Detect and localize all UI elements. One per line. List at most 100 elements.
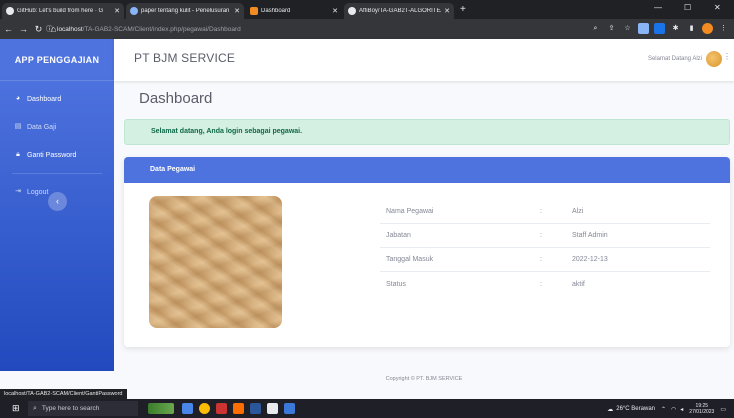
palette-icon: ◕ bbox=[15, 95, 21, 102]
tab-label: GitHub: Let's build from here · G bbox=[17, 8, 104, 14]
taskbar-widget-icon[interactable] bbox=[148, 403, 174, 414]
sidebar-item-dashboard[interactable]: ◕ Dashboard bbox=[0, 85, 114, 113]
taskbar: ⊞ ⌕ Type here to search ☁ 26°C Berawan ⌃… bbox=[0, 399, 734, 418]
info-separator: : bbox=[540, 280, 542, 288]
sidebar-item-label: Dashboard bbox=[27, 95, 62, 103]
app-taskbar-icon[interactable] bbox=[216, 403, 227, 414]
url-host: localhost bbox=[57, 25, 83, 33]
status-bar-url: localhost/TA-GAB2-SCAM/Client/GantiPassw… bbox=[0, 389, 127, 399]
tab-close-icon[interactable]: ✕ bbox=[444, 7, 450, 15]
info-separator: : bbox=[540, 208, 542, 215]
info-row-status: Status : aktif bbox=[380, 272, 710, 296]
taskbar-search[interactable]: ⌕ Type here to search bbox=[28, 401, 138, 416]
profile-avatar[interactable] bbox=[702, 23, 713, 34]
menu-kebab-icon[interactable]: ⋮ bbox=[718, 23, 729, 34]
forward-icon[interactable]: → bbox=[17, 24, 30, 34]
info-label: Nama Pegawai bbox=[386, 208, 434, 215]
search-placeholder: Type here to search bbox=[41, 405, 100, 412]
browser-tab-search[interactable]: paper tentang kulit - Penelusuran ✕ bbox=[126, 3, 244, 19]
company-name: PT BJM SERVICE bbox=[134, 51, 236, 65]
info-row-nama: Nama Pegawai : Alzi bbox=[380, 200, 710, 224]
browser-tab-github[interactable]: GitHub: Let's build from here · G ✕ bbox=[2, 3, 124, 19]
info-label: Tanggal Masuk bbox=[386, 256, 434, 263]
url-field[interactable]: ⓘ localhost /TA-GAB2-SCAM/Client/index.p… bbox=[46, 22, 576, 36]
address-bar-row: ← → ↻ ⌂ ⓘ localhost /TA-GAB2-SCAM/Client… bbox=[0, 19, 734, 39]
info-value: Alzi bbox=[572, 208, 584, 215]
tab-label: paper tentang kulit - Penelusuran bbox=[141, 8, 230, 14]
windows-start-icon[interactable]: ⊞ bbox=[12, 404, 21, 413]
sidebar-toggle-button[interactable]: ‹ bbox=[48, 192, 67, 211]
logout-icon: ⇥ bbox=[15, 188, 21, 195]
lock-icon: 🔒︎ bbox=[16, 151, 20, 158]
browser-tab-github-2[interactable]: AffiBoy/TA-GAB2T-ALGORITEAI ✕ bbox=[344, 3, 454, 19]
info-row-tanggal-masuk: Tanggal Masuk : 2022-12-13 bbox=[380, 248, 710, 272]
notification-icon[interactable]: ▭ bbox=[720, 406, 726, 413]
back-icon[interactable]: ← bbox=[2, 24, 15, 34]
info-label: Jabatan bbox=[386, 232, 411, 239]
tab-close-icon[interactable]: ✕ bbox=[332, 7, 338, 15]
info-value: 2022-12-13 bbox=[572, 256, 608, 263]
welcome-text[interactable]: Selamat Datang Alzi bbox=[648, 56, 702, 62]
user-menu-icon[interactable]: ⋮ bbox=[723, 52, 731, 61]
reload-icon[interactable]: ↻ bbox=[32, 24, 45, 35]
url-path: /TA-GAB2-SCAM/Client/index.php/pegawai/D… bbox=[82, 25, 241, 33]
topbar: PT BJM SERVICE Selamat Datang Alzi ⋮ bbox=[114, 39, 734, 81]
site-info-icon[interactable]: ⓘ bbox=[46, 24, 53, 34]
new-tab-button[interactable]: + bbox=[460, 4, 466, 15]
extension-icon[interactable] bbox=[638, 23, 649, 34]
browser-tab-dashboard[interactable]: Dashboard ✕ bbox=[246, 3, 342, 19]
minimize-button[interactable]: — bbox=[654, 3, 662, 12]
sidebar-item-label: Logout bbox=[27, 188, 49, 196]
maximize-button[interactable]: ☐ bbox=[684, 3, 691, 12]
app-taskbar-icon[interactable] bbox=[267, 403, 278, 414]
sidebar: APP PENGGAJIAN ◕ Dashboard ▤ Data Gaji 🔒… bbox=[0, 39, 114, 371]
system-tray: ☁ 26°C Berawan ⌃ ◠ ◂ 19:25 27/01/2023 ▭ bbox=[607, 403, 726, 415]
info-row-jabatan: Jabatan : Staff Admin bbox=[380, 224, 710, 248]
sidebar-item-ganti-password[interactable]: 🔒︎ Ganti Password bbox=[0, 141, 114, 169]
sidepanel-icon[interactable]: ▮ bbox=[686, 23, 697, 34]
weather-text[interactable]: 26°C Berawan bbox=[616, 406, 655, 412]
card-title: Data Pegawai bbox=[124, 157, 730, 183]
avatar[interactable] bbox=[706, 51, 722, 67]
github-icon bbox=[348, 7, 356, 15]
success-alert: Selamat datang, Anda login sebagai pegaw… bbox=[124, 119, 730, 145]
sidebar-item-label: Ganti Password bbox=[27, 151, 77, 159]
tab-label: Dashboard bbox=[261, 8, 291, 14]
extension-icon[interactable] bbox=[654, 23, 665, 34]
footer-copyright: Copyright © PT. BJM SERVICE bbox=[385, 376, 463, 382]
weather-icon: ☁ bbox=[607, 406, 614, 413]
file-explorer-icon[interactable] bbox=[182, 403, 193, 414]
word-icon[interactable] bbox=[250, 403, 261, 414]
bookmark-star-icon[interactable]: ☆ bbox=[622, 23, 633, 34]
app-taskbar-icon[interactable] bbox=[233, 403, 244, 414]
close-window-button[interactable]: ✕ bbox=[714, 3, 721, 12]
info-value: aktif bbox=[572, 280, 585, 288]
info-label: Status bbox=[386, 280, 406, 288]
tab-close-icon[interactable]: ✕ bbox=[234, 7, 240, 15]
volume-icon[interactable]: ◂ bbox=[680, 406, 683, 413]
sidebar-brand[interactable]: APP PENGGAJIAN bbox=[0, 39, 114, 81]
tab-close-icon[interactable]: ✕ bbox=[114, 7, 120, 15]
employee-card: Data Pegawai Nama Pegawai : Alzi Jabatan… bbox=[124, 157, 730, 347]
clock[interactable]: 19:25 27/01/2023 bbox=[689, 403, 714, 415]
search-icon: ⌕ bbox=[33, 404, 37, 412]
info-separator: : bbox=[540, 232, 542, 239]
table-icon: ▤ bbox=[14, 123, 22, 130]
employee-info-table: Nama Pegawai : Alzi Jabatan : Staff Admi… bbox=[380, 200, 710, 296]
dashboard-favicon bbox=[250, 7, 258, 15]
info-value: Staff Admin bbox=[572, 232, 608, 239]
vscode-icon[interactable] bbox=[284, 403, 295, 414]
zoom-icon[interactable]: ⌕ bbox=[590, 23, 601, 34]
chrome-taskbar-icon[interactable] bbox=[199, 403, 210, 414]
network-icon[interactable]: ◠ bbox=[671, 406, 676, 413]
tab-label: AffiBoy/TA-GAB2T-ALGORITEAI bbox=[359, 8, 442, 14]
employee-photo bbox=[149, 196, 282, 328]
sidebar-item-data-gaji[interactable]: ▤ Data Gaji bbox=[0, 113, 114, 141]
tray-chevron-icon[interactable]: ⌃ bbox=[661, 406, 666, 413]
github-icon bbox=[6, 7, 14, 15]
sidebar-item-label: Data Gaji bbox=[27, 123, 57, 131]
extensions-puzzle-icon[interactable]: ✱ bbox=[670, 23, 681, 34]
chrome-icon bbox=[130, 7, 138, 15]
share-icon[interactable]: ⇪ bbox=[606, 23, 617, 34]
info-separator: : bbox=[540, 256, 542, 263]
